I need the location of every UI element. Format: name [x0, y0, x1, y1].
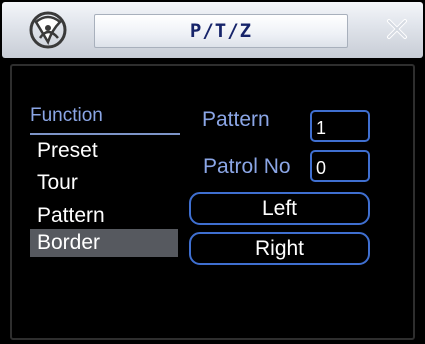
function-menu-header: Function	[30, 105, 103, 126]
pattern-label: Pattern	[202, 108, 270, 131]
ptz-dialog: P/T/Z Function Preset Tour Pattern Borde…	[0, 0, 425, 344]
menu-item-preset[interactable]: Preset	[30, 137, 178, 165]
title-bar[interactable]: P/T/Z	[2, 2, 423, 58]
menu-item-border[interactable]: Border	[30, 229, 178, 257]
menu-item-tour[interactable]: Tour	[30, 169, 178, 197]
close-icon[interactable]	[380, 12, 414, 46]
menu-divider	[30, 133, 180, 135]
window-title: P/T/Z	[189, 20, 253, 42]
logo-icon	[29, 11, 67, 49]
pattern-number-input[interactable]: 1	[310, 110, 370, 142]
patrol-number-input[interactable]: 0	[310, 150, 370, 182]
patrol-no-label: Patrol No	[203, 155, 291, 178]
right-button[interactable]: Right	[189, 232, 370, 265]
title-field: P/T/Z	[94, 14, 348, 48]
left-button[interactable]: Left	[189, 192, 370, 225]
menu-item-pattern[interactable]: Pattern	[30, 202, 178, 230]
